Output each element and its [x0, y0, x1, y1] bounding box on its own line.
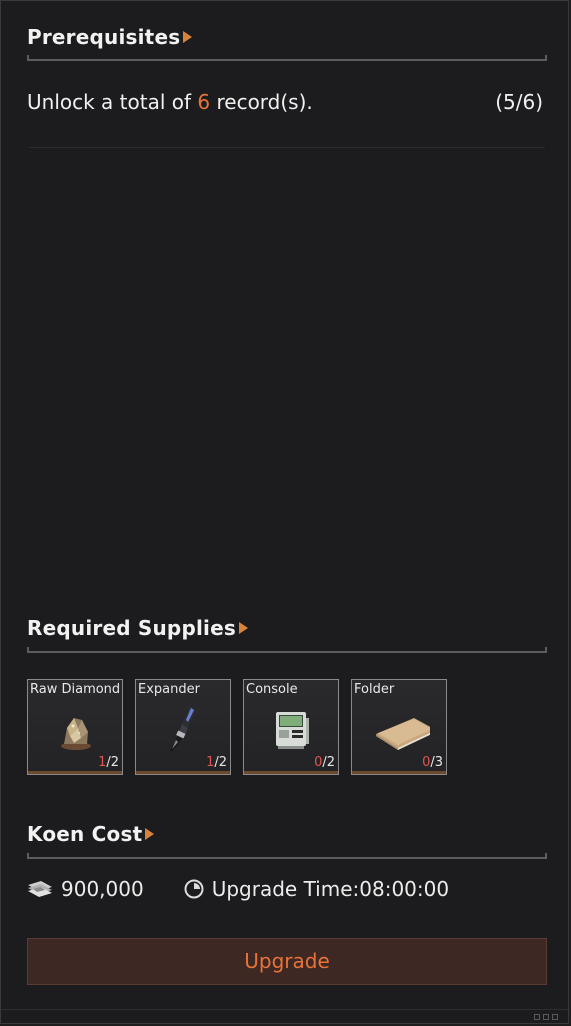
divider [27, 647, 547, 653]
supply-card-folder[interactable]: Folder 0/3 [351, 679, 447, 775]
divider [27, 853, 547, 859]
supply-name: Raw Diamond [30, 682, 121, 697]
resize-grip[interactable] [534, 1014, 558, 1020]
expand-arrow-icon [145, 828, 155, 840]
prerequisites-header[interactable]: Prerequisites [27, 25, 193, 49]
prerequisite-text-before: Unlock a total of [27, 90, 198, 114]
supply-card-expander[interactable]: Expander 1/2 [135, 679, 231, 775]
folder-icon [376, 718, 430, 750]
supply-name: Expander [138, 682, 200, 697]
supply-quantity: 0/2 [314, 755, 335, 770]
expander-icon [170, 706, 196, 752]
supply-card-raw-diamond[interactable]: Raw Diamond 1/2 [27, 679, 123, 775]
rarity-bar [244, 771, 338, 774]
prerequisite-item: Unlock a total of 6 record(s). (5/6) [27, 90, 543, 114]
divider [29, 147, 545, 148]
upgrade-button[interactable]: Upgrade [27, 938, 547, 985]
cost-title: Koen Cost [27, 822, 143, 846]
supply-name: Folder [354, 682, 395, 697]
upgrade-panel: Prerequisites Unlock a total of 6 record… [0, 0, 570, 1024]
prerequisite-progress: (5/6) [495, 90, 543, 114]
footer-divider [1, 1009, 570, 1010]
koen-amount: 900,000 [61, 877, 144, 901]
supply-name: Console [246, 682, 298, 697]
koen-currency-icon [28, 881, 52, 897]
supply-quantity: 1/2 [206, 755, 227, 770]
upgrade-time: Upgrade Time:08:00:00 [211, 877, 450, 901]
expand-arrow-icon [238, 622, 248, 634]
divider [27, 55, 547, 61]
supply-quantity: 0/3 [422, 755, 443, 770]
supply-quantity: 1/2 [98, 755, 119, 770]
supply-list: Raw Diamond 1/2 Expander 1/2 Console 0/2… [27, 679, 447, 775]
console-icon [276, 712, 309, 749]
cost-header[interactable]: Koen Cost [27, 822, 155, 846]
cost-row: 900,000 Upgrade Time:08:00:00 [27, 877, 449, 901]
rarity-bar [136, 771, 230, 774]
clock-icon [184, 879, 204, 899]
raw-diamond-icon [61, 718, 91, 750]
prerequisite-count: 6 [197, 90, 211, 114]
rarity-bar [352, 771, 446, 774]
supplies-title: Required Supplies [27, 616, 236, 640]
expand-arrow-icon [183, 31, 193, 43]
prerequisite-text-after: record(s). [210, 90, 313, 114]
supply-card-console[interactable]: Console 0/2 [243, 679, 339, 775]
supplies-header[interactable]: Required Supplies [27, 616, 248, 640]
prerequisites-title: Prerequisites [27, 25, 181, 49]
rarity-bar [28, 771, 122, 774]
